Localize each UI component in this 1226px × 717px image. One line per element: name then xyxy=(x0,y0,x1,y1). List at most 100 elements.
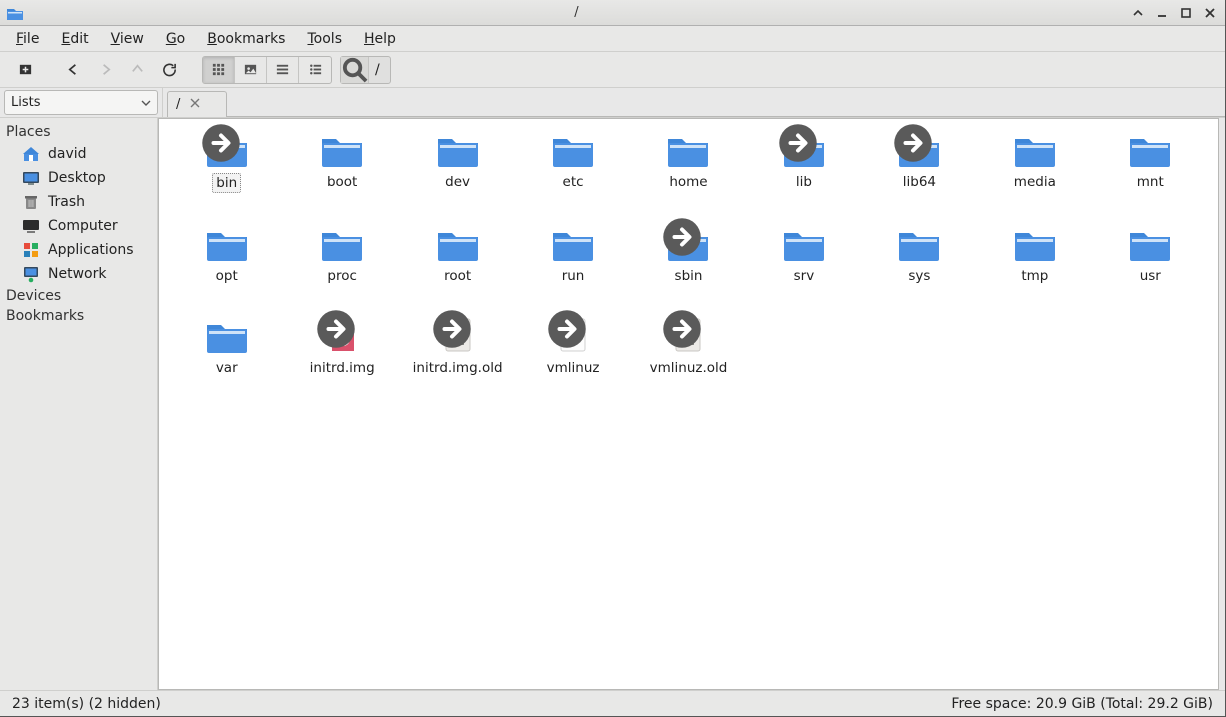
sidebar-item-desktop[interactable]: Desktop xyxy=(6,166,151,190)
file-item[interactable]: etc xyxy=(515,129,630,193)
file-item[interactable]: root xyxy=(400,223,515,285)
menu-file[interactable]: File xyxy=(6,28,49,50)
sidebar-item-applications[interactable]: Applications xyxy=(6,238,151,262)
file-item[interactable]: vmlinuz xyxy=(515,315,630,377)
close-button[interactable] xyxy=(1201,4,1219,22)
file-item[interactable]: srv xyxy=(746,223,861,285)
sidebar-item-network[interactable]: Network xyxy=(6,262,151,286)
file-item-label: home xyxy=(666,173,710,191)
file-item[interactable]: mnt xyxy=(1093,129,1208,193)
symlink-badge-icon xyxy=(197,123,213,139)
up-button[interactable] xyxy=(122,56,152,84)
compact-view-button[interactable] xyxy=(267,57,299,83)
folder-icon xyxy=(203,315,251,355)
tabstrip: / xyxy=(162,88,1225,117)
reload-button[interactable] xyxy=(154,56,184,84)
file-icon xyxy=(549,315,597,355)
forward-button[interactable] xyxy=(90,56,120,84)
file-item[interactable]: home xyxy=(631,129,746,193)
folder-icon xyxy=(549,223,597,263)
folder-icon xyxy=(318,129,366,169)
file-icon xyxy=(434,315,482,355)
chevron-down-icon xyxy=(141,98,151,108)
file-item-label: vmlinuz xyxy=(544,359,603,377)
rollup-button[interactable] xyxy=(1129,4,1147,22)
file-item[interactable]: opt xyxy=(169,223,284,285)
menu-edit[interactable]: Edit xyxy=(51,28,98,50)
sidebar-item-label: Trash xyxy=(48,194,85,210)
detailed-view-button[interactable] xyxy=(299,57,331,83)
thumbnail-view-button[interactable] xyxy=(235,57,267,83)
menu-help[interactable]: Help xyxy=(354,28,406,50)
computer-icon xyxy=(22,217,40,235)
new-tab-button[interactable] xyxy=(10,56,40,84)
icon-view-button[interactable] xyxy=(203,57,235,83)
file-item-label: bin xyxy=(212,173,241,193)
file-item[interactable]: sys xyxy=(862,223,977,285)
sidebar-item-computer[interactable]: Computer xyxy=(6,214,151,238)
file-item-label: initrd.img.old xyxy=(410,359,506,377)
sidebar: Places davidDesktop Trash Computer Applicat… xyxy=(0,118,158,690)
file-item-label: initrd.img xyxy=(307,359,378,377)
file-icon xyxy=(664,315,712,355)
titlebar: / xyxy=(0,0,1225,26)
secondbar: Lists / xyxy=(0,88,1225,118)
file-item[interactable]: lib64 xyxy=(862,129,977,193)
file-item[interactable]: media xyxy=(977,129,1092,193)
symlink-badge-icon xyxy=(658,217,674,233)
menu-bookmarks[interactable]: Bookmarks xyxy=(197,28,295,50)
maximize-button[interactable] xyxy=(1177,4,1195,22)
back-button[interactable] xyxy=(58,56,88,84)
file-item[interactable]: sbin xyxy=(631,223,746,285)
sidebar-item-trash[interactable]: Trash xyxy=(6,190,151,214)
desktop-icon xyxy=(22,169,40,187)
tab-label: / xyxy=(176,97,180,112)
status-right: Free space: 20.9 GiB (Total: 29.2 GiB) xyxy=(951,696,1213,712)
file-item[interactable]: run xyxy=(515,223,630,285)
symlink-badge-icon xyxy=(889,123,905,139)
file-view[interactable]: bin bootdev etc home lib lib64 media mnt opt proc… xyxy=(158,118,1219,690)
folder-icon xyxy=(203,129,251,169)
places-header: Places xyxy=(6,122,151,142)
main-area: Places davidDesktop Trash Computer Applicat… xyxy=(0,118,1225,690)
folder-icon xyxy=(203,223,251,263)
file-item-label: root xyxy=(441,267,474,285)
file-item-label: lib xyxy=(793,173,815,191)
tab-close-button[interactable] xyxy=(190,97,200,112)
file-item[interactable]: initrd.img xyxy=(284,315,399,377)
sidebar-item-label: Computer xyxy=(48,218,118,234)
file-item[interactable]: proc xyxy=(284,223,399,285)
file-item[interactable]: lib xyxy=(746,129,861,193)
symlink-badge-icon xyxy=(543,309,559,325)
menu-tools[interactable]: Tools xyxy=(297,28,352,50)
minimize-button[interactable] xyxy=(1153,4,1171,22)
sidebar-mode-combo[interactable]: Lists xyxy=(4,90,158,115)
file-item[interactable]: initrd.img.old xyxy=(400,315,515,377)
path-root-button[interactable] xyxy=(341,57,369,83)
folder-icon xyxy=(895,129,943,169)
status-left: 23 item(s) (2 hidden) xyxy=(12,696,161,712)
file-item-label: media xyxy=(1011,173,1059,191)
file-item-label: tmp xyxy=(1018,267,1051,285)
folder-icon xyxy=(664,129,712,169)
menu-view[interactable]: View xyxy=(101,28,154,50)
file-item[interactable]: dev xyxy=(400,129,515,193)
home-icon xyxy=(22,145,40,163)
file-item[interactable]: bin xyxy=(169,129,284,193)
menu-go[interactable]: Go xyxy=(156,28,195,50)
apps-icon xyxy=(22,241,40,259)
tab-root[interactable]: / xyxy=(167,91,227,117)
folder-icon xyxy=(1011,223,1059,263)
file-item[interactable]: tmp xyxy=(977,223,1092,285)
path-label[interactable]: / xyxy=(369,62,390,78)
sidebar-item-david[interactable]: david xyxy=(6,142,151,166)
window-title: / xyxy=(30,5,1123,20)
file-item-label: opt xyxy=(213,267,241,285)
symlink-badge-icon xyxy=(428,309,444,325)
file-item-label: etc xyxy=(560,173,587,191)
folder-icon xyxy=(1126,223,1174,263)
file-item[interactable]: usr xyxy=(1093,223,1208,285)
file-item[interactable]: var xyxy=(169,315,284,377)
file-item[interactable]: vmlinuz.old xyxy=(631,315,746,377)
file-item[interactable]: boot xyxy=(284,129,399,193)
